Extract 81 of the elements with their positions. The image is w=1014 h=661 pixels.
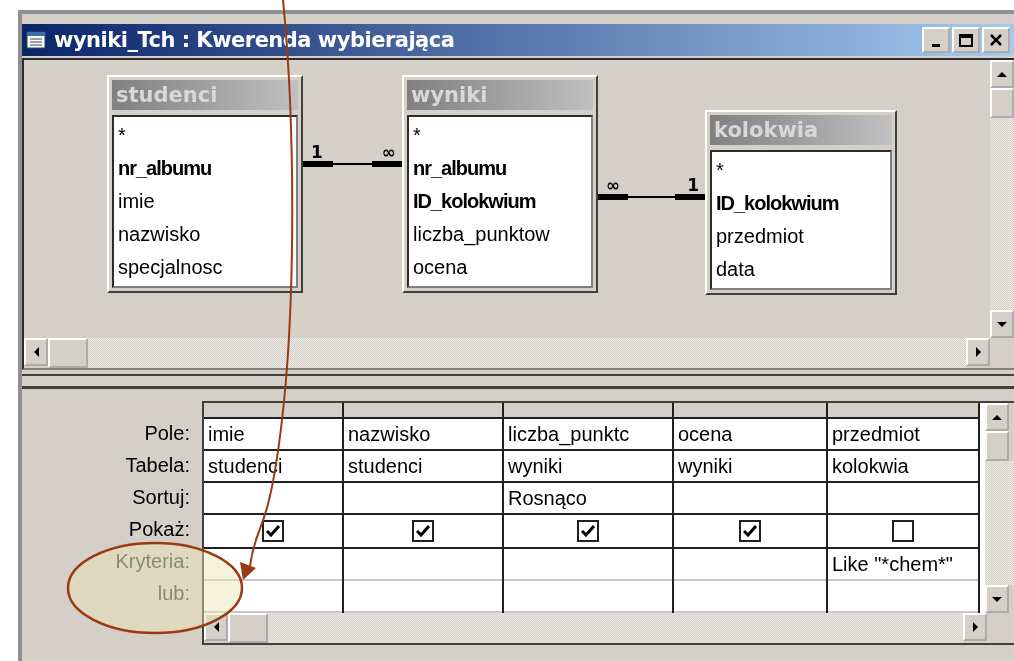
field-item[interactable]: ID_kolokwium bbox=[716, 187, 886, 220]
column-selector[interactable] bbox=[204, 403, 342, 419]
row-label: Sortuj: bbox=[131, 485, 190, 510]
grid-cell[interactable]: wyniki bbox=[504, 451, 672, 483]
field-item[interactable]: imie bbox=[118, 185, 292, 218]
triangle-down-icon bbox=[997, 321, 1007, 327]
show-checkbox[interactable] bbox=[412, 520, 434, 542]
query-icon bbox=[26, 30, 48, 50]
grid-cell[interactable]: ocena bbox=[674, 419, 826, 451]
grid-cell[interactable]: Like "*chem*" bbox=[828, 549, 978, 581]
table-title: wyniki bbox=[407, 80, 593, 110]
checkmark-icon bbox=[416, 525, 430, 537]
grid-cell[interactable]: kolokwia bbox=[828, 451, 978, 483]
maximize-button[interactable] bbox=[952, 27, 980, 53]
grid-cell[interactable]: studenci bbox=[344, 451, 502, 483]
field-item[interactable]: data bbox=[716, 253, 886, 286]
column-selector[interactable] bbox=[828, 403, 978, 419]
scroll-right-button[interactable] bbox=[966, 338, 990, 366]
row-label: Tabela: bbox=[124, 453, 190, 478]
row-label: Pokaż: bbox=[127, 517, 190, 542]
scroll-left-button[interactable] bbox=[24, 338, 48, 366]
grid-cell[interactable]: przedmiot bbox=[828, 419, 978, 451]
scroll-up-button[interactable] bbox=[990, 60, 1014, 88]
scroll-down-button[interactable] bbox=[990, 310, 1014, 338]
checkmark-icon bbox=[581, 525, 595, 537]
row-label: lub: bbox=[156, 581, 190, 606]
grid-cell[interactable]: wyniki bbox=[674, 451, 826, 483]
relationship-label: 1 bbox=[687, 175, 699, 195]
show-checkbox[interactable] bbox=[892, 520, 914, 542]
column-selector[interactable] bbox=[674, 403, 826, 419]
close-button[interactable] bbox=[982, 27, 1010, 53]
triangle-left-icon bbox=[213, 622, 219, 632]
field-item[interactable]: specjalnosc bbox=[118, 251, 292, 284]
show-checkbox[interactable] bbox=[262, 520, 284, 542]
grid-cell[interactable]: Rosnąco bbox=[504, 483, 672, 515]
table-title: kolokwia bbox=[710, 115, 892, 145]
triangle-right-icon bbox=[972, 622, 978, 632]
field-item[interactable]: ID_kolokwium bbox=[413, 185, 587, 218]
scrollbar-thumb[interactable] bbox=[985, 431, 1009, 461]
close-icon bbox=[990, 34, 1002, 46]
field-item[interactable]: nr_albumu bbox=[118, 152, 292, 185]
scroll-left-button[interactable] bbox=[204, 613, 228, 641]
field-item[interactable]: ocena bbox=[413, 251, 587, 284]
scrollbar-thumb[interactable] bbox=[990, 88, 1014, 118]
column-selector[interactable] bbox=[344, 403, 502, 419]
relationship-label: ∞ bbox=[606, 175, 621, 195]
show-checkbox[interactable] bbox=[577, 520, 599, 542]
row-label: Pole: bbox=[143, 421, 190, 446]
triangle-left-icon bbox=[33, 347, 39, 357]
relationship-line[interactable] bbox=[598, 194, 705, 200]
scrollbar-thumb[interactable] bbox=[48, 338, 88, 368]
triangle-up-icon bbox=[992, 414, 1002, 420]
field-item[interactable]: * bbox=[118, 119, 292, 152]
grid-cell[interactable]: imie bbox=[204, 419, 342, 451]
column-selector[interactable] bbox=[504, 403, 672, 419]
scroll-right-button[interactable] bbox=[963, 613, 987, 641]
table-title: studenci bbox=[112, 80, 298, 110]
triangle-right-icon bbox=[975, 347, 981, 357]
scrollbar-thumb[interactable] bbox=[228, 613, 268, 643]
field-item[interactable]: * bbox=[716, 154, 886, 187]
scroll-down-button[interactable] bbox=[985, 585, 1009, 613]
checkmark-icon bbox=[266, 525, 280, 537]
minimize-icon bbox=[932, 43, 940, 47]
field-item[interactable]: liczba_punktow bbox=[413, 218, 587, 251]
field-item[interactable]: przedmiot bbox=[716, 220, 886, 253]
minimize-button[interactable] bbox=[922, 27, 950, 53]
relationship-label: ∞ bbox=[381, 142, 396, 162]
relationship-label: 1 bbox=[311, 142, 323, 162]
triangle-up-icon bbox=[997, 71, 1007, 77]
field-item[interactable]: nr_albumu bbox=[413, 152, 587, 185]
maximize-icon bbox=[959, 33, 973, 47]
grid-cell[interactable]: nazwisko bbox=[344, 419, 502, 451]
row-label: Kryteria: bbox=[114, 549, 190, 574]
grid-cell[interactable]: liczba_punktc bbox=[504, 419, 672, 451]
checkmark-icon bbox=[743, 525, 757, 537]
scroll-up-button[interactable] bbox=[985, 403, 1009, 431]
field-item[interactable]: nazwisko bbox=[118, 218, 292, 251]
triangle-down-icon bbox=[992, 596, 1002, 602]
relationship-line[interactable] bbox=[303, 161, 402, 167]
field-item[interactable]: * bbox=[413, 119, 587, 152]
show-checkbox[interactable] bbox=[739, 520, 761, 542]
